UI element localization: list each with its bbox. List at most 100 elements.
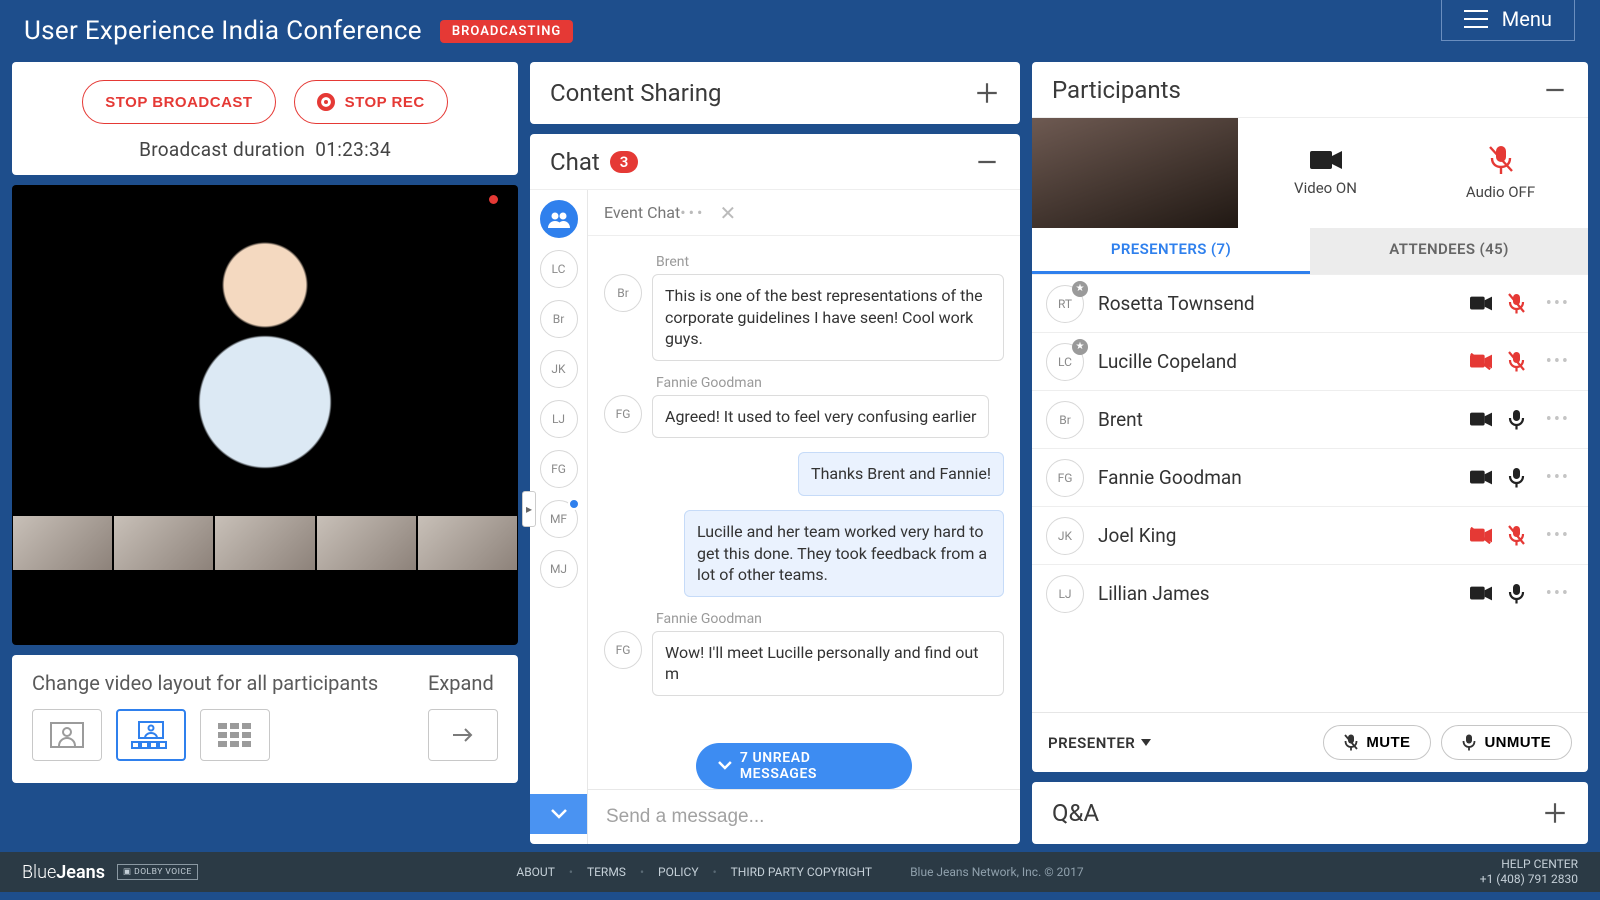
chat-rail-expand[interactable] [530,794,587,834]
message-row-self: Lucille and her team worked very hard to… [604,510,1004,597]
arrow-right-icon [449,726,477,744]
participant-more-button[interactable]: ••• [1546,583,1570,604]
mic-muted-icon[interactable] [1506,351,1528,372]
chat-rail-item[interactable]: LJ [540,400,578,438]
mic-icon[interactable] [1506,583,1528,604]
camera-icon [1310,149,1342,171]
mic-muted-icon[interactable] [1506,293,1528,314]
footer-link[interactable]: TERMS [587,865,626,879]
video-stage [12,185,518,645]
participants-header: Participants [1032,62,1588,118]
video-thumbnail[interactable] [113,515,214,571]
tab-attendees[interactable]: ATTENDEES (45) [1310,228,1588,274]
active-speaker-video[interactable] [12,185,518,515]
participant-row[interactable]: LC★Lucille Copeland••• [1032,332,1588,390]
chat-input[interactable] [606,806,1002,828]
participant-row[interactable]: LJLillian James••• [1032,564,1588,622]
footer-link[interactable]: ABOUT [516,865,555,879]
footer-link[interactable]: THIRD PARTY COPYRIGHT [731,865,872,879]
participant-name: Joel King [1098,524,1456,547]
layout-grid-icon [218,723,252,747]
group-icon [548,210,570,228]
chat-unread-chip: 3 [610,151,639,173]
chat-rail-item[interactable]: MJ [540,550,578,588]
chat-rail-item[interactable]: MF [540,500,578,538]
minus-icon[interactable] [1542,77,1568,103]
participant-row[interactable]: RT★Rosetta Townsend••• [1032,274,1588,332]
self-audio-toggle[interactable]: Audio OFF [1413,118,1588,228]
stop-broadcast-button[interactable]: STOP BROADCAST [82,80,275,124]
drag-handle[interactable]: ▸ [522,491,536,527]
stop-recording-button[interactable]: STOP REC [294,80,448,124]
plus-icon[interactable] [974,80,1000,106]
unread-dot-icon [568,498,580,510]
chat-messages[interactable]: BrentBrThis is one of the best represent… [588,236,1020,789]
participant-more-button[interactable]: ••• [1546,293,1570,314]
content-sharing-title: Content Sharing [550,79,721,107]
participant-row[interactable]: FGFannie Goodman••• [1032,448,1588,506]
mute-all-button[interactable]: MUTE [1323,725,1431,760]
support-phone: +1 (408) 791 2830 [1480,872,1578,887]
chat-more-button[interactable]: ••• [680,203,705,222]
unmute-all-button[interactable]: UNMUTE [1441,725,1572,760]
chat-close-button[interactable]: ✕ [719,201,736,225]
minus-icon[interactable] [974,149,1000,175]
camera-icon[interactable] [1470,585,1492,602]
layout-filmstrip-button[interactable] [116,709,186,761]
chat-tab-label: Event Chat [604,203,680,222]
tab-presenters[interactable]: PRESENTERS (7) [1032,228,1310,274]
mic-icon [1462,734,1476,751]
video-thumbnail[interactable] [316,515,417,571]
chat-rail: LC Br JK LJ FG MF MJ [530,190,588,844]
chat-rail-item[interactable]: LC [540,250,578,288]
mic-icon[interactable] [1506,467,1528,488]
chat-compose [588,789,1020,844]
participant-row[interactable]: BrBrent••• [1032,390,1588,448]
message-row: BrThis is one of the best representation… [604,274,1004,361]
presenter-list[interactable]: RT★Rosetta Townsend•••LC★Lucille Copelan… [1032,274,1588,712]
participant-more-button[interactable]: ••• [1546,351,1570,372]
app-footer: BlueJeans ▣ DOLBY VOICE ABOUT•TERMS•POLI… [0,852,1600,892]
self-video-thumbnail[interactable] [1032,118,1238,228]
footer-link[interactable]: POLICY [658,865,699,879]
layout-grid-button[interactable] [200,709,270,761]
plus-icon[interactable] [1542,800,1568,826]
camera-off-icon[interactable] [1470,527,1492,544]
message-sender: Fannie Goodman [656,375,1004,391]
participants-footer: PRESENTER MUTE UNMUTE [1032,712,1588,772]
chat-rail-everyone[interactable] [540,200,578,238]
layout-single-button[interactable] [32,709,102,761]
chat-rail-item[interactable]: Br [540,300,578,338]
chat-rail-item[interactable]: FG [540,450,578,488]
video-thumbnail[interactable] [214,515,315,571]
participant-more-button[interactable]: ••• [1546,525,1570,546]
participant-more-button[interactable]: ••• [1546,467,1570,488]
camera-icon[interactable] [1470,295,1492,312]
mic-icon[interactable] [1506,409,1528,430]
self-video-toggle[interactable]: Video ON [1238,118,1413,228]
participant-name: Fannie Goodman [1098,466,1456,489]
conference-title: User Experience India Conference [24,16,422,46]
role-dropdown[interactable]: PRESENTER [1048,734,1151,752]
menu-button[interactable]: Menu [1441,0,1575,41]
chat-rail-item[interactable]: JK [540,350,578,388]
camera-icon[interactable] [1470,469,1492,486]
participant-row[interactable]: JK Joel King ••• [1032,506,1588,564]
video-thumbnails [12,515,518,571]
content-sharing-header[interactable]: Content Sharing [530,62,1020,124]
participant-avatar: JK [1046,517,1084,555]
mic-muted-icon[interactable] [1506,525,1528,546]
camera-icon[interactable] [1470,411,1492,428]
copyright-text: Blue Jeans Network, Inc. © 2017 [910,865,1084,879]
video-thumbnail[interactable] [417,515,518,571]
participant-name: Lucille Copeland [1098,350,1456,373]
camera-off-icon[interactable] [1470,353,1492,370]
unread-messages-pill[interactable]: 7 UNREAD MESSAGES [696,743,912,789]
message-avatar: FG [604,395,642,433]
expand-button[interactable] [428,709,498,761]
participant-more-button[interactable]: ••• [1546,409,1570,430]
video-thumbnail[interactable] [12,515,113,571]
chevron-down-icon [718,761,732,771]
qa-header[interactable]: Q&A [1032,782,1588,844]
help-center-link[interactable]: HELP CENTER [1480,857,1578,872]
